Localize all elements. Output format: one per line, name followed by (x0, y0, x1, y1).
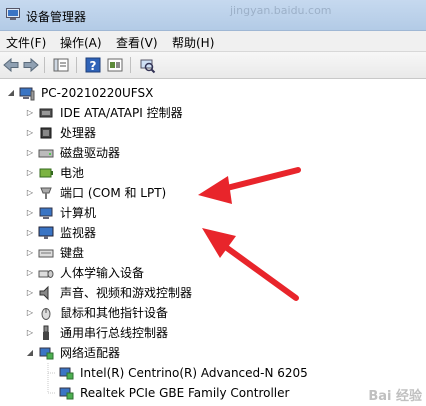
annotation-arrows (198, 167, 301, 301)
annotation-arrow (202, 228, 299, 301)
watermark: Bai 经验 (368, 389, 422, 404)
annotation-arrow (198, 167, 301, 204)
